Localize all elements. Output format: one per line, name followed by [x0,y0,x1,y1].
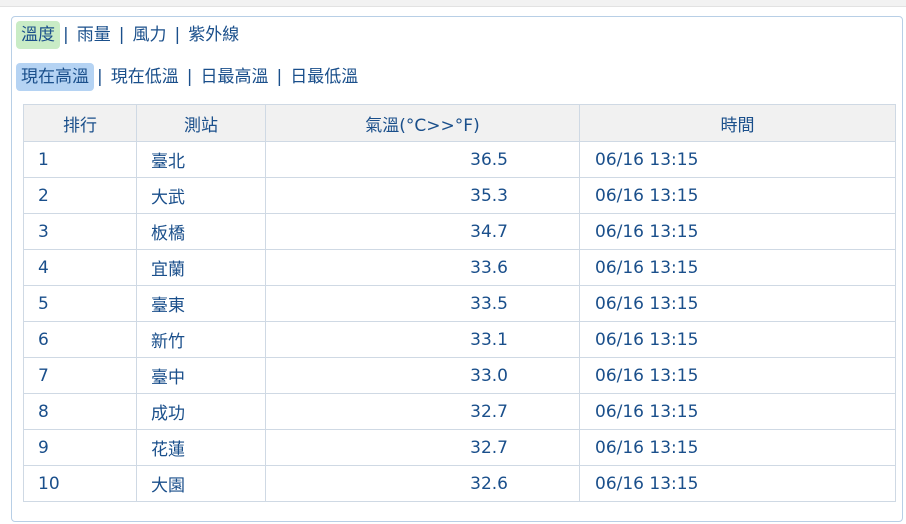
station-cell: 宜蘭 [136,249,266,286]
category-tabs: 溫度 | 雨量 | 風力 | 紫外線 [16,20,244,50]
tab-separator: | [174,25,181,45]
rank-cell: 3 [23,213,137,250]
station-cell: 成功 [136,393,266,430]
temperature-cell: 34.7 [265,213,580,250]
rank-cell: 5 [23,285,137,322]
time-cell: 06/16 13:15 [579,177,896,214]
table-row: 7 臺中 33.0 06/16 13:15 [23,357,896,394]
station-cell: 臺東 [136,285,266,322]
tab-temperature[interactable]: 溫度 [16,21,60,49]
tab-uv[interactable]: 紫外線 [183,21,244,49]
tab-daily-max[interactable]: 日最高溫 [195,63,273,91]
rank-cell: 10 [23,465,137,502]
header-temperature[interactable]: 氣溫(°C>>°F) [265,104,580,142]
sub-tabs: 現在高溫 | 現在低溫 | 日最高溫 | 日最低溫 [16,62,363,92]
rank-cell: 4 [23,249,137,286]
time-cell: 06/16 13:15 [579,429,896,466]
station-cell: 花蓮 [136,429,266,466]
tab-separator: | [276,67,283,87]
station-cell: 臺中 [136,357,266,394]
rank-cell: 6 [23,321,137,358]
tab-separator: | [97,67,103,87]
station-cell: 新竹 [136,321,266,358]
header-station: 測站 [136,104,266,142]
table-row: 4 宜蘭 33.6 06/16 13:15 [23,249,896,286]
weather-ranking-panel: 溫度 | 雨量 | 風力 | 紫外線 現在高溫 | 現在低溫 | 日最高溫 | … [11,16,903,522]
tab-separator: | [63,25,69,45]
temperature-cell: 36.5 [265,141,580,178]
rank-cell: 9 [23,429,137,466]
table-row: 3 板橋 34.7 06/16 13:15 [23,213,896,250]
tab-current-high[interactable]: 現在高溫 [16,63,94,91]
tab-daily-min[interactable]: 日最低溫 [285,63,363,91]
temperature-cell: 32.7 [265,429,580,466]
time-cell: 06/16 13:15 [579,285,896,322]
table-row: 5 臺東 33.5 06/16 13:15 [23,285,896,322]
time-cell: 06/16 13:15 [579,465,896,502]
station-cell: 大園 [136,465,266,502]
tab-separator: | [186,67,193,87]
ranking-table: 排行 測站 氣溫(°C>>°F) 時間 1 臺北 36.5 06/16 13:1… [23,104,896,502]
tab-rainfall[interactable]: 雨量 [72,21,116,49]
table-row: 10 大園 32.6 06/16 13:15 [23,465,896,502]
station-cell: 臺北 [136,141,266,178]
temperature-cell: 33.5 [265,285,580,322]
table-header-row: 排行 測站 氣溫(°C>>°F) 時間 [23,104,896,142]
temperature-cell: 33.6 [265,249,580,286]
tab-current-low[interactable]: 現在低溫 [106,63,184,91]
station-cell: 板橋 [136,213,266,250]
table-row: 6 新竹 33.1 06/16 13:15 [23,321,896,358]
header-rank: 排行 [23,104,137,142]
time-cell: 06/16 13:15 [579,357,896,394]
rank-cell: 2 [23,177,137,214]
rank-cell: 7 [23,357,137,394]
temperature-cell: 33.1 [265,321,580,358]
top-strip [0,0,906,7]
time-cell: 06/16 13:15 [579,321,896,358]
rank-cell: 8 [23,393,137,430]
temperature-cell: 32.7 [265,393,580,430]
table-row: 1 臺北 36.5 06/16 13:15 [23,141,896,178]
station-cell: 大武 [136,177,266,214]
time-cell: 06/16 13:15 [579,213,896,250]
time-cell: 06/16 13:15 [579,249,896,286]
table-row: 9 花蓮 32.7 06/16 13:15 [23,429,896,466]
header-time: 時間 [579,104,896,142]
tab-wind[interactable]: 風力 [127,21,171,49]
temperature-cell: 35.3 [265,177,580,214]
table-row: 2 大武 35.3 06/16 13:15 [23,177,896,214]
time-cell: 06/16 13:15 [579,141,896,178]
time-cell: 06/16 13:15 [579,393,896,430]
temperature-cell: 33.0 [265,357,580,394]
tab-separator: | [118,25,125,45]
table-row: 8 成功 32.7 06/16 13:15 [23,393,896,430]
rank-cell: 1 [23,141,137,178]
temperature-cell: 32.6 [265,465,580,502]
